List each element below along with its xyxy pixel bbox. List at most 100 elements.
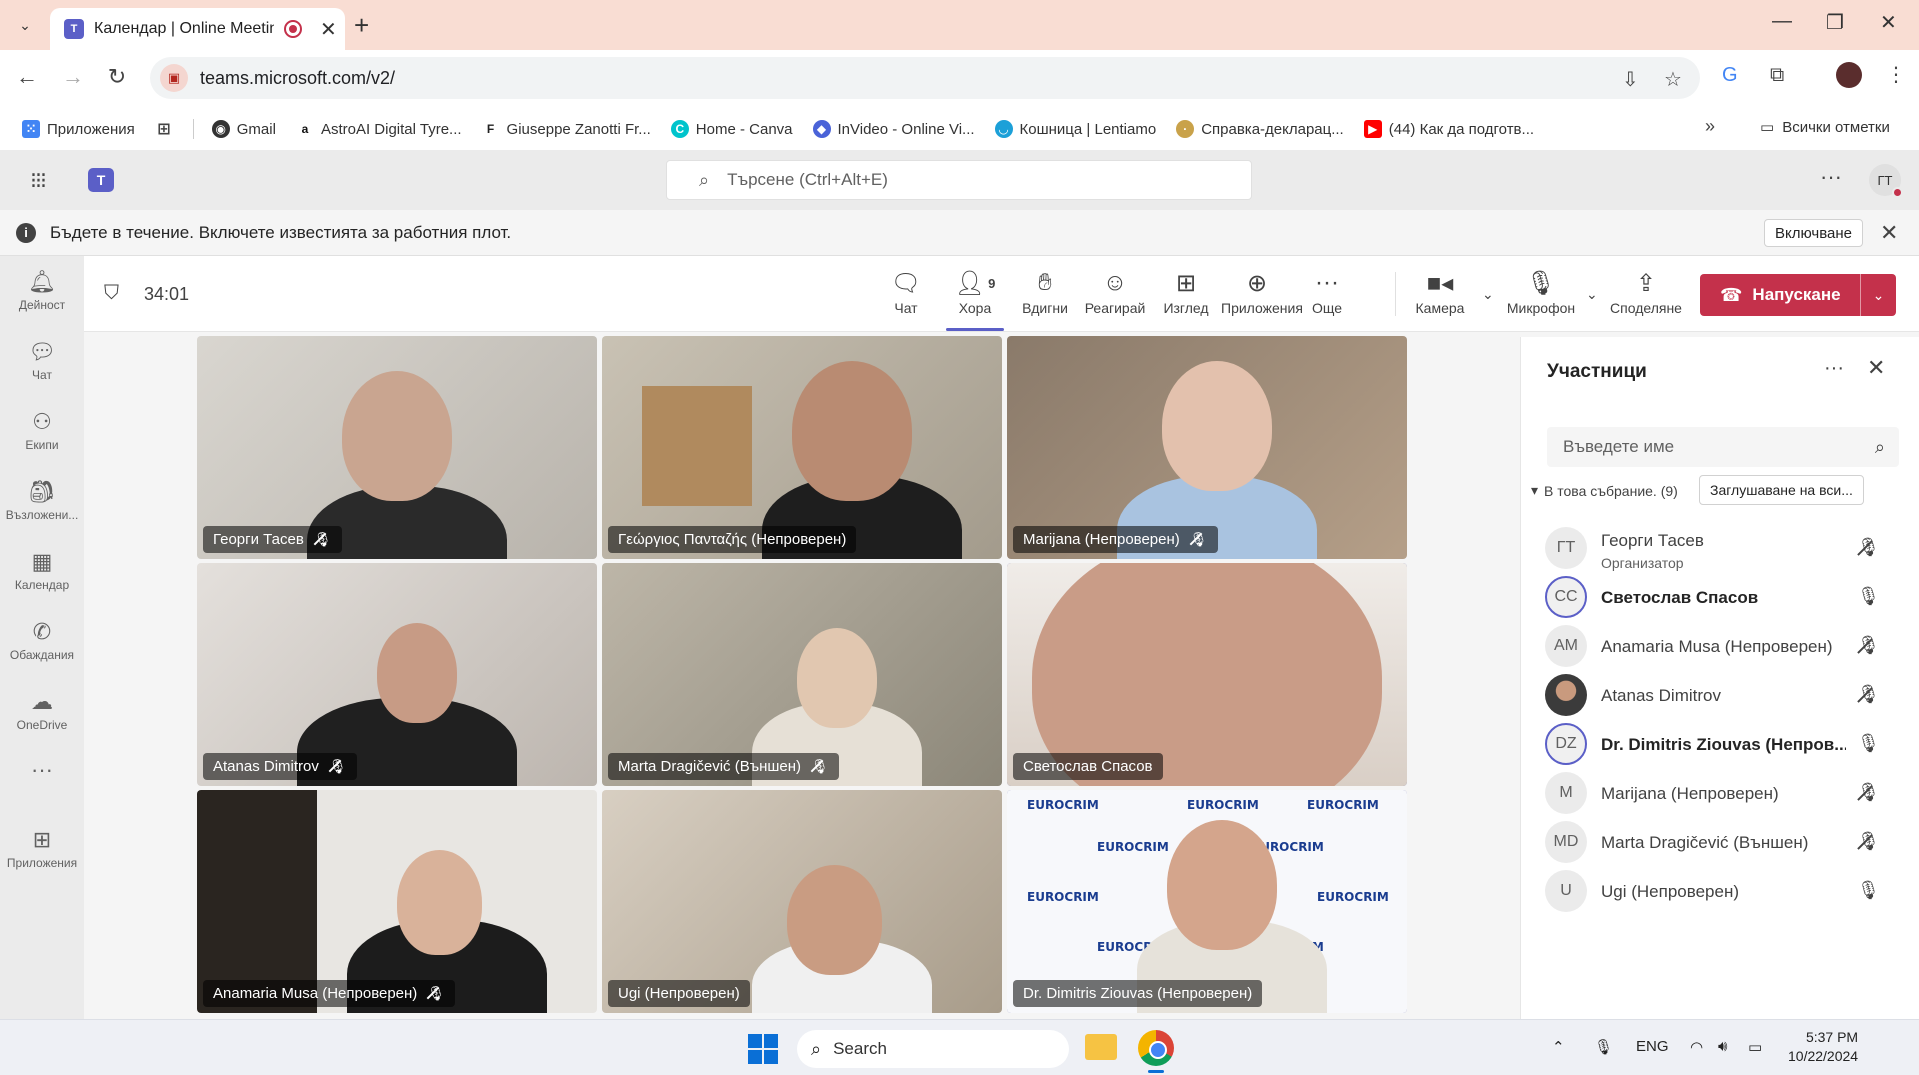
minimize-icon[interactable]: — xyxy=(1772,10,1792,33)
forward-icon[interactable]: → xyxy=(58,64,88,90)
extensions-icon[interactable]: ⧉ xyxy=(1770,64,1784,87)
windows-start-icon[interactable] xyxy=(748,1034,778,1064)
bookmark-star-icon[interactable]: ☆ xyxy=(1664,67,1682,92)
bookmark-invideo[interactable]: ◆ InVideo - Online Vi... xyxy=(812,120,975,138)
bookmark-canva[interactable]: C Home - Canva xyxy=(670,120,793,138)
new-tab-icon[interactable]: + xyxy=(354,10,369,41)
camera-button[interactable]: ■◂ Камера xyxy=(1404,268,1476,317)
bookmark-lentiamo[interactable]: ◡ Кошница | Lentiamo xyxy=(994,120,1156,138)
bookmark-youtube[interactable]: ▶ (44) Как да подготв... xyxy=(1363,120,1534,138)
microphone-tray-icon[interactable]: 🎙︎ xyxy=(1594,1038,1613,1056)
video-tile[interactable]: Marijana (Непроверен) 🎙︎ xyxy=(1007,336,1407,559)
close-icon[interactable]: ✕ xyxy=(1880,220,1898,246)
wifi-icon[interactable]: ◠ xyxy=(1690,1038,1703,1056)
battery-icon[interactable]: ▭ xyxy=(1748,1038,1762,1056)
mic-off-icon[interactable]: 🎙︎ xyxy=(1857,831,1880,852)
video-tile-active[interactable]: EUROCRIM EUROCRIM EUROCRIM EUROCRIM EURO… xyxy=(1007,790,1407,1013)
language-indicator[interactable]: ENG xyxy=(1636,1038,1669,1055)
video-tile[interactable]: Marta Dragičević (Външен) 🎙︎ xyxy=(602,563,1002,786)
all-bookmarks[interactable]: ▭ Всички отметки xyxy=(1760,118,1890,137)
raise-hand-button[interactable]: ✋︎ Вдигни xyxy=(1009,268,1081,316)
taskbar-search[interactable]: ⌕ Search xyxy=(797,1030,1069,1068)
panel-close-icon[interactable]: ✕ xyxy=(1867,355,1885,381)
rail-item-calls[interactable]: ✆ Обаждания xyxy=(0,618,84,662)
mic-on-icon[interactable]: 🎙︎ xyxy=(1857,586,1880,607)
rail-item-calendar[interactable]: ▦ Календар xyxy=(0,548,84,592)
participant-search-input[interactable]: Въведете име ⌕ xyxy=(1547,427,1899,467)
translate-extension-icon[interactable]: G xyxy=(1722,64,1738,87)
back-icon[interactable]: ← xyxy=(12,64,42,90)
video-tile[interactable]: Ugi (Непроверен) xyxy=(602,790,1002,1013)
search-input[interactable]: ⌕ Търсене (Ctrl+Alt+E) xyxy=(666,160,1252,200)
install-app-icon[interactable]: ⇩ xyxy=(1622,67,1639,92)
rail-item-chat[interactable]: 💬︎ Чат xyxy=(0,338,84,382)
show-hidden-icons-icon[interactable]: ⌃ xyxy=(1552,1038,1565,1056)
rail-more[interactable]: ··· xyxy=(0,756,84,784)
bookmark-apps[interactable]: ⁙ Приложения xyxy=(22,120,135,138)
file-explorer-icon[interactable] xyxy=(1085,1034,1117,1060)
in-meeting-section-toggle[interactable]: ▾ В това събрание. (9) xyxy=(1531,482,1678,499)
bookmark-gmail[interactable]: ◉ Gmail xyxy=(211,120,276,138)
view-button[interactable]: ⊞ Изглед xyxy=(1150,268,1222,317)
mic-off-icon[interactable]: 🎙︎ xyxy=(1857,684,1880,705)
volume-icon[interactable]: 🔊︎ xyxy=(1718,1038,1727,1055)
mic-off-icon[interactable]: 🎙︎ xyxy=(1857,537,1880,558)
video-tile[interactable]: Γεώργιος Πανταζής (Непроверен) xyxy=(602,336,1002,559)
camera-options-chevron-icon[interactable]: ⌄ xyxy=(1482,286,1494,303)
people-button[interactable]: 👤︎ 9 Хора xyxy=(939,268,1011,317)
video-tile[interactable]: Atanas Dimitrov 🎙︎ xyxy=(197,563,597,786)
mic-on-icon[interactable]: 🎙︎ xyxy=(1857,733,1880,754)
apps-button[interactable]: ⊕ Приложения xyxy=(1221,268,1303,317)
app-launcher-icon[interactable]: ⁝⁝⁝ xyxy=(30,168,47,194)
bookmark-nap[interactable]: · Справка-декларац... xyxy=(1176,120,1344,138)
rail-label: Чат xyxy=(32,368,52,382)
more-bookmarks-icon[interactable]: » xyxy=(1705,116,1715,137)
person-face xyxy=(1167,820,1277,950)
user-avatar[interactable]: ГТ xyxy=(1869,164,1903,198)
site-camera-icon[interactable]: ▣ xyxy=(160,64,188,92)
leave-button[interactable]: ☎ Напускане ⌄ xyxy=(1700,274,1896,316)
mic-button[interactable]: 🎙︎ Микрофон xyxy=(1505,268,1577,317)
window-close-icon[interactable]: ✕ xyxy=(1880,10,1897,35)
reload-icon[interactable]: ↻ xyxy=(102,64,132,90)
enable-notifications-button[interactable]: Включване xyxy=(1764,219,1863,247)
bookmark-astroai[interactable]: a AstroAI Digital Tyre... xyxy=(296,120,462,138)
bookmark-tab-groups[interactable]: ⊞ xyxy=(155,120,173,138)
mute-all-button[interactable]: Заглушаване на вси... xyxy=(1699,475,1864,505)
system-clock[interactable]: 5:37 PM 10/22/2024 xyxy=(1788,1028,1858,1066)
rail-item-onedrive[interactable]: ☁︎ OneDrive xyxy=(0,688,84,732)
browser-tab[interactable]: T Календар | Online Meeting ✕ xyxy=(50,8,345,50)
profile-avatar-icon[interactable] xyxy=(1836,62,1862,88)
url-text[interactable]: teams.microsoft.com/v2/ xyxy=(200,68,395,89)
video-tile[interactable]: Anamaria Musa (Непроверен) 🎙︎ xyxy=(197,790,597,1013)
browser-menu-icon[interactable]: ⋮ xyxy=(1886,62,1906,87)
mic-off-icon[interactable]: 🎙︎ xyxy=(1857,782,1880,803)
rail-item-activity[interactable]: 🔔︎ Дейност xyxy=(0,268,84,312)
giuseppe-logo-icon: F xyxy=(486,122,495,136)
tab-search-dropdown-icon[interactable]: ⌄ xyxy=(12,12,38,38)
video-tile[interactable]: Георги Тасев 🎙︎ xyxy=(197,336,597,559)
react-button[interactable]: ☺ Реагирай xyxy=(1079,268,1151,316)
rail-item-assignments[interactable]: 🎒︎ Възложени... xyxy=(0,478,84,522)
omnibox[interactable]: ▣ teams.microsoft.com/v2/ ⇩ ☆ xyxy=(150,57,1700,99)
leave-main[interactable]: ☎ Напускане xyxy=(1700,285,1860,306)
chrome-icon[interactable] xyxy=(1138,1030,1174,1066)
more-options-icon[interactable]: ··· xyxy=(1820,164,1842,190)
more-button[interactable]: ··· Още xyxy=(1291,268,1363,316)
participant-row[interactable]: U Ugi (Непроверен) 🎙︎ xyxy=(1521,860,1919,920)
mic-off-icon[interactable]: 🎙︎ xyxy=(1857,635,1880,656)
mic-options-chevron-icon[interactable]: ⌄ xyxy=(1586,286,1598,303)
restore-icon[interactable]: ❐ xyxy=(1826,10,1844,35)
bookmark-giuseppe[interactable]: F Giuseppe Zanotti Fr... xyxy=(482,120,651,138)
video-tile-active[interactable]: Светослав Спасов xyxy=(1007,563,1407,786)
rail-label: Приложения xyxy=(6,856,78,870)
mic-on-icon[interactable]: 🎙︎ xyxy=(1857,880,1880,901)
chat-button[interactable]: 🗨︎ Чат xyxy=(870,268,942,317)
tab-close-icon[interactable]: ✕ xyxy=(320,17,337,42)
panel-more-icon[interactable]: ··· xyxy=(1824,357,1844,380)
shield-icon[interactable]: ⛉ xyxy=(104,282,119,305)
rail-item-apps[interactable]: ⊞ Приложения xyxy=(0,826,84,870)
leave-options-chevron-icon[interactable]: ⌄ xyxy=(1861,287,1896,304)
share-button[interactable]: ⇪ Споделяне xyxy=(1610,268,1682,317)
rail-item-teams[interactable]: ⚇ Екипи xyxy=(0,408,84,452)
